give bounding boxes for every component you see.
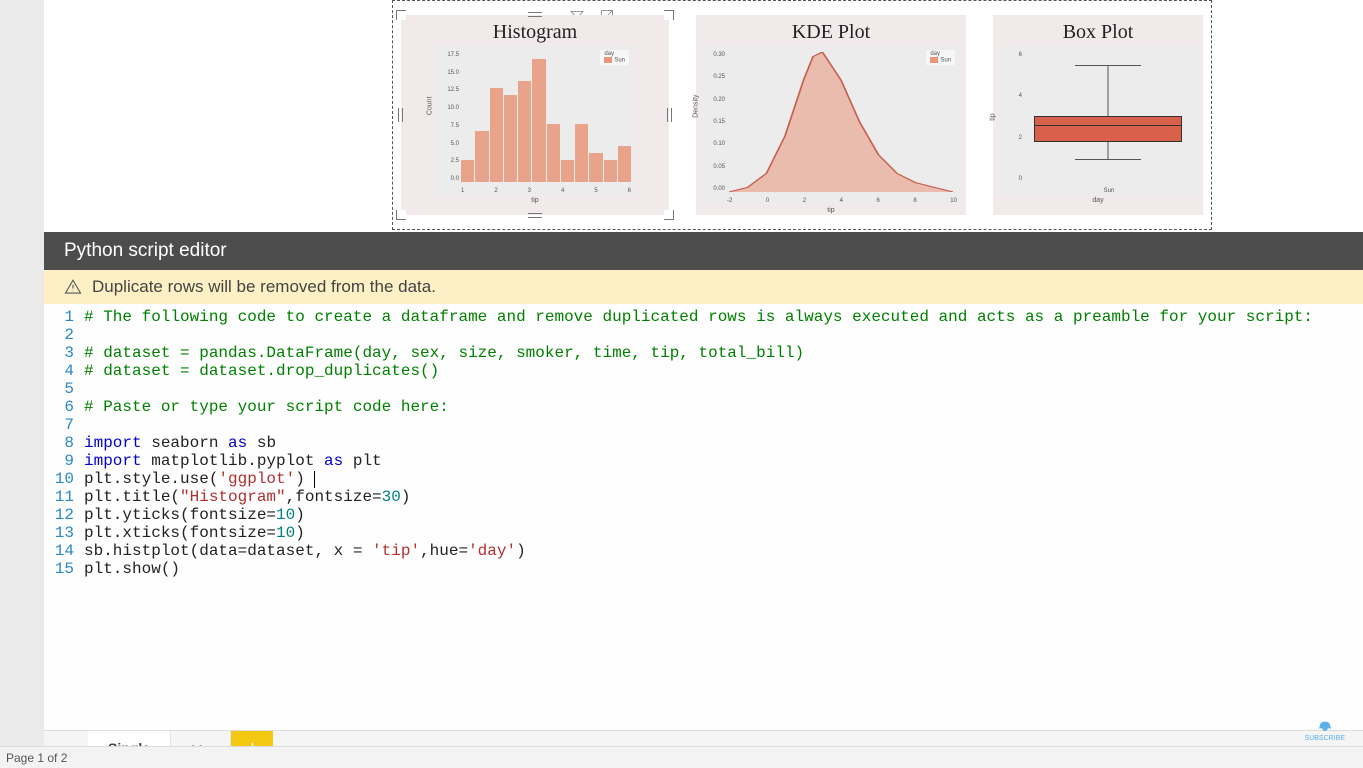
y-axis: 0.300.250.200.150.100.050.00 xyxy=(703,52,725,192)
code-line-content[interactable]: plt.xticks(fontsize=10) xyxy=(84,524,1363,542)
x-axis: 123456 xyxy=(461,188,631,194)
code-line-content[interactable]: # dataset = dataset.drop_duplicates() xyxy=(84,362,1363,380)
left-ruler xyxy=(0,0,44,768)
script-editor-header: Python script editor xyxy=(44,232,1363,270)
line-number: 12 xyxy=(44,506,84,524)
code-line-content[interactable]: import seaborn as sb xyxy=(84,434,1363,452)
histogram-visual[interactable]: Histogram day Sun 17.515.012.510.07.55.0… xyxy=(401,15,669,215)
x-axis: -20246810 xyxy=(727,198,957,204)
line-number: 3 xyxy=(44,344,84,362)
text-cursor xyxy=(314,471,315,488)
code-line-content[interactable] xyxy=(84,380,1363,398)
line-number: 13 xyxy=(44,524,84,542)
kde-visual[interactable]: KDE Plot day Sun 0.300.250.200.150.100.0… xyxy=(696,15,966,215)
line-number: 15 xyxy=(44,560,84,578)
x-axis: Sun xyxy=(1024,188,1194,194)
line-number: 10 xyxy=(44,470,84,488)
duplicate-warning: Duplicate rows will be removed from the … xyxy=(44,270,1363,304)
code-line-content[interactable]: # The following code to create a datafra… xyxy=(84,308,1363,326)
line-number: 8 xyxy=(44,434,84,452)
status-bar: Page 1 of 2 xyxy=(0,746,1363,768)
line-number: 5 xyxy=(44,380,84,398)
line-number: 1 xyxy=(44,308,84,326)
code-line-content[interactable]: sb.histplot(data=dataset, x = 'tip',hue=… xyxy=(84,542,1363,560)
boxplot-visual[interactable]: Box Plot 6420 Sun tip day xyxy=(993,15,1203,215)
y-axis: 6420 xyxy=(1000,52,1022,182)
page-indicator: Page 1 of 2 xyxy=(6,751,67,765)
chart-title: Histogram xyxy=(493,21,577,44)
line-number: 9 xyxy=(44,452,84,470)
code-line-content[interactable]: plt.title("Histogram",fontsize=30) xyxy=(84,488,1363,506)
code-line-content[interactable]: # Paste or type your script code here: xyxy=(84,398,1363,416)
chart-title: Box Plot xyxy=(1063,21,1134,44)
line-number: 2 xyxy=(44,326,84,344)
line-number: 14 xyxy=(44,542,84,560)
boxplot-body xyxy=(1026,56,1190,176)
line-number: 4 xyxy=(44,362,84,380)
histogram-bars xyxy=(461,52,631,182)
code-line-content[interactable]: plt.yticks(fontsize=10) xyxy=(84,506,1363,524)
code-line-content[interactable] xyxy=(84,416,1363,434)
kde-curve xyxy=(729,52,953,192)
code-line-content[interactable] xyxy=(84,326,1363,344)
subscribe-badge[interactable]: SUBSCRIBE xyxy=(1305,719,1345,742)
chart-title: KDE Plot xyxy=(792,21,870,44)
code-line-content[interactable]: import matplotlib.pyplot as plt xyxy=(84,452,1363,470)
bell-icon xyxy=(1314,719,1336,735)
code-line-content[interactable]: plt.show() xyxy=(84,560,1363,578)
report-canvas[interactable]: ••• Histogram day Sun 17.515.012.510.07.… xyxy=(44,0,1363,232)
y-axis: 17.515.012.510.07.55.02.50.0 xyxy=(437,52,459,182)
warning-text: Duplicate rows will be removed from the … xyxy=(92,277,436,297)
line-number: 7 xyxy=(44,416,84,434)
line-number: 11 xyxy=(44,488,84,506)
code-line-content[interactable]: plt.style.use('ggplot') xyxy=(84,470,1363,488)
code-editor[interactable]: 1# The following code to create a datafr… xyxy=(44,304,1363,730)
warning-icon xyxy=(64,278,82,296)
code-line-content[interactable]: # dataset = pandas.DataFrame(day, sex, s… xyxy=(84,344,1363,362)
visual-container[interactable]: Histogram day Sun 17.515.012.510.07.55.0… xyxy=(392,0,1212,230)
line-number: 6 xyxy=(44,398,84,416)
